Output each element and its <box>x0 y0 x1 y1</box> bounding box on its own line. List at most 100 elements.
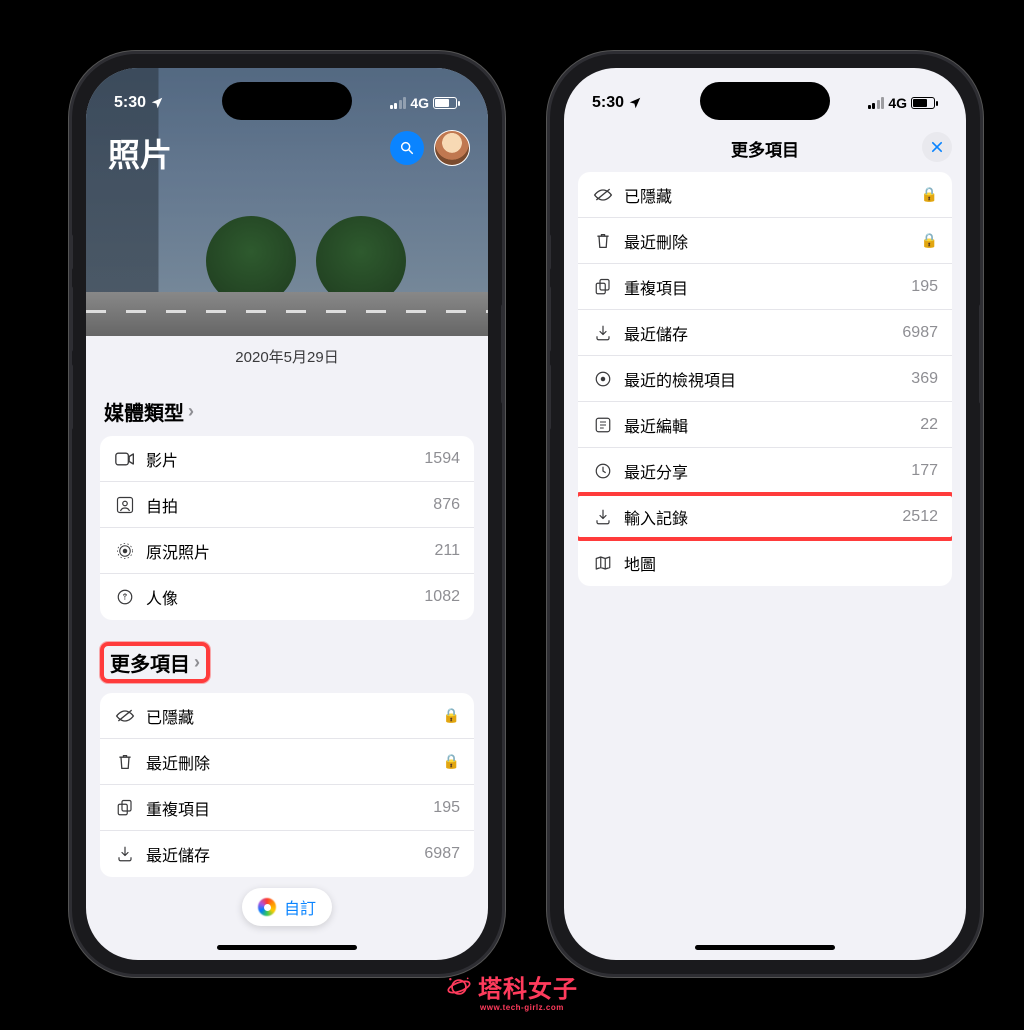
row-recently-saved[interactable]: 最近儲存 6987 <box>578 310 952 356</box>
row-duplicates[interactable]: 重複項目 195 <box>100 785 474 831</box>
trash-icon <box>592 232 614 250</box>
customize-button[interactable]: 自訂 <box>242 888 332 926</box>
import-icon <box>592 508 614 526</box>
row-label: 最近分享 <box>614 459 911 483</box>
hidden-icon <box>114 708 136 724</box>
more-items-header[interactable]: 更多項目 › <box>100 642 210 683</box>
row-count: 211 <box>434 542 460 560</box>
volume-up[interactable] <box>550 286 551 352</box>
media-types-card: 影片 1594 自拍 876 原況照片 211 f 人像 1082 <box>100 436 474 620</box>
row-count: 876 <box>433 496 460 514</box>
row-label: 地圖 <box>614 551 938 575</box>
download-icon <box>114 845 136 863</box>
battery-icon <box>433 97 460 109</box>
row-count: 195 <box>911 278 938 296</box>
row-label: 最近的檢視項目 <box>614 367 911 391</box>
more-items-label: 更多項目 <box>110 648 190 677</box>
status-time: 5:30 <box>592 94 624 112</box>
media-types-label: 媒體類型 <box>104 397 184 426</box>
modal-header: 更多項目 <box>564 124 966 172</box>
row-label: 已隱藏 <box>136 704 443 728</box>
row-count: 6987 <box>902 324 938 342</box>
row-recently-deleted[interactable]: 最近刪除 🔒 <box>100 739 474 785</box>
row-label: 最近刪除 <box>136 750 443 774</box>
close-button[interactable] <box>922 132 952 162</box>
lock-icon: 🔒 <box>443 707 460 724</box>
portrait-icon: f <box>114 588 136 606</box>
chevron-right-icon: › <box>194 652 200 673</box>
row-label: 影片 <box>136 447 424 471</box>
row-count: 22 <box>920 416 938 434</box>
trash-icon <box>114 753 136 771</box>
row-label: 原況照片 <box>136 539 434 563</box>
recent-share-icon <box>592 462 614 480</box>
row-recently-shared[interactable]: 最近分享 177 <box>578 448 952 494</box>
row-label: 最近儲存 <box>614 321 902 345</box>
home-indicator[interactable] <box>695 945 835 950</box>
row-portrait[interactable]: f 人像 1082 <box>100 574 474 620</box>
row-live-photos[interactable]: 原況照片 211 <box>100 528 474 574</box>
power-button[interactable] <box>979 304 980 404</box>
row-count: 2512 <box>902 508 938 526</box>
live-photo-icon <box>114 542 136 560</box>
network-label: 4G <box>410 95 429 111</box>
mute-switch[interactable] <box>72 234 73 270</box>
volume-down[interactable] <box>550 364 551 430</box>
phone-left: 5:30 4G 照片 2020年5月29日 媒體類型 <box>72 54 502 974</box>
recent-edit-icon <box>592 416 614 434</box>
battery-icon <box>911 97 938 109</box>
row-label: 重複項目 <box>614 275 911 299</box>
row-recently-saved[interactable]: 最近儲存 6987 <box>100 831 474 877</box>
duplicate-icon <box>114 799 136 817</box>
hidden-icon <box>592 187 614 203</box>
selfie-icon <box>114 496 136 514</box>
power-button[interactable] <box>501 304 502 404</box>
row-count: 6987 <box>424 845 460 863</box>
network-label: 4G <box>888 95 907 111</box>
row-label: 人像 <box>136 585 424 609</box>
map-icon <box>592 554 614 572</box>
row-imports[interactable]: 輸入記錄 2512 <box>578 494 952 540</box>
more-items-list: 已隱藏 🔒 最近刪除 🔒 重複項目 195 最近儲存 6987 <box>578 172 952 586</box>
page-title: 照片 <box>108 130 172 176</box>
customize-label: 自訂 <box>284 895 316 919</box>
row-label: 輸入記錄 <box>614 505 902 529</box>
row-recently-deleted[interactable]: 最近刪除 🔒 <box>578 218 952 264</box>
duplicate-icon <box>592 278 614 296</box>
location-icon <box>150 96 164 110</box>
row-count: 177 <box>911 462 938 480</box>
watermark: 塔科女子 www.tech-girlz.com <box>446 969 578 1004</box>
volume-down[interactable] <box>72 364 73 430</box>
row-map[interactable]: 地圖 <box>578 540 952 586</box>
planet-icon <box>446 974 472 1000</box>
row-recently-edited[interactable]: 最近編輯 22 <box>578 402 952 448</box>
video-icon <box>114 452 136 466</box>
row-hidden[interactable]: 已隱藏 🔒 <box>578 172 952 218</box>
row-recently-viewed[interactable]: 最近的檢視項目 369 <box>578 356 952 402</box>
row-count: 1594 <box>424 450 460 468</box>
row-hidden[interactable]: 已隱藏 🔒 <box>100 693 474 739</box>
lock-icon: 🔒 <box>921 186 938 203</box>
screen-right: 5:30 4G 更多項目 已隱藏 🔒 <box>564 68 966 960</box>
volume-up[interactable] <box>72 286 73 352</box>
watermark-text: 塔科女子 <box>478 969 578 1004</box>
phone-right: 5:30 4G 更多項目 已隱藏 🔒 <box>550 54 980 974</box>
watermark-url: www.tech-girlz.com <box>480 1003 564 1012</box>
dynamic-island <box>222 82 352 120</box>
home-indicator[interactable] <box>217 945 357 950</box>
row-videos[interactable]: 影片 1594 <box>100 436 474 482</box>
status-time: 5:30 <box>114 94 146 112</box>
row-label: 已隱藏 <box>614 183 921 207</box>
lock-icon: 🔒 <box>443 753 460 770</box>
svg-text:f: f <box>124 595 126 602</box>
mute-switch[interactable] <box>550 234 551 270</box>
search-icon <box>399 140 415 156</box>
download-icon <box>592 324 614 342</box>
location-icon <box>628 96 642 110</box>
row-selfies[interactable]: 自拍 876 <box>100 482 474 528</box>
row-duplicates[interactable]: 重複項目 195 <box>578 264 952 310</box>
media-types-header[interactable]: 媒體類型 › <box>100 379 474 436</box>
search-button[interactable] <box>390 131 424 165</box>
close-icon <box>930 140 944 154</box>
profile-avatar[interactable] <box>434 130 470 166</box>
